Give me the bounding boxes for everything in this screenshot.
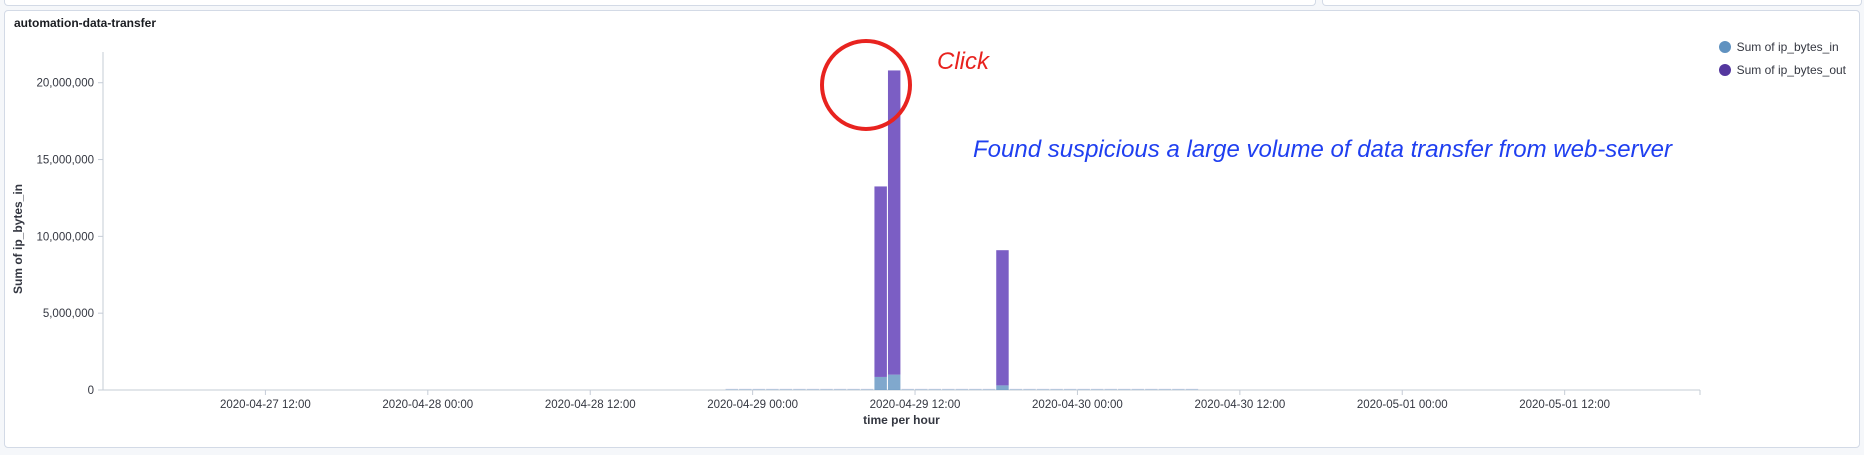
y-tick-label: 10,000,000	[36, 231, 94, 243]
bar-segment-bytes-in	[725, 389, 739, 390]
legend-item-bytes-in[interactable]: Sum of ip_bytes_in	[1718, 35, 1846, 58]
bar-segment-bytes-in	[1063, 389, 1077, 390]
bar-segment-bytes-in	[739, 389, 752, 390]
legend-item-bytes-out[interactable]: Sum of ip_bytes_out	[1718, 58, 1846, 81]
bar-segment-bytes-in	[969, 389, 982, 390]
bar-segment-bytes-in	[766, 389, 779, 390]
y-tick-label: 20,000,000	[36, 78, 94, 90]
bar-segment-bytes-in	[982, 389, 996, 390]
bar-segment-bytes-out	[874, 186, 887, 377]
bar-segment-bytes-in	[874, 376, 887, 390]
x-axis-title: time per hour	[863, 413, 940, 427]
bar-chart: 0 5,000,000 10,000,000 15,000,000 20,000,000…	[11, 52, 1701, 427]
bar-segment-bytes-in	[752, 389, 766, 390]
bar-segment-bytes-in	[833, 389, 847, 390]
x-tick-label: 2020-04-28 00:00	[382, 399, 473, 411]
legend-swatch-bytes-in	[1718, 40, 1731, 53]
bar-segment-bytes-in	[1023, 389, 1036, 390]
x-tick-label: 2020-05-01 12:00	[1519, 399, 1610, 411]
bar-segment-bytes-in	[996, 385, 1009, 390]
bar-segment-bytes-in	[1104, 389, 1117, 390]
legend-swatch-bytes-out	[1718, 63, 1731, 76]
bar-segment-bytes-in	[1145, 389, 1158, 390]
bar-segment-bytes-in	[1185, 389, 1199, 390]
bar-segment-bytes-in	[860, 389, 874, 390]
bar-segment-bytes-in	[1009, 389, 1023, 390]
legend-label-bytes-in: Sum of ip_bytes_in	[1736, 39, 1839, 54]
bar-segment-bytes-in	[820, 389, 833, 390]
bar-segment-bytes-in	[915, 389, 928, 390]
x-tick-label: 2020-04-29 12:00	[870, 399, 961, 411]
annotation-finding-text: Found suspicious a large volume of data …	[973, 136, 1672, 163]
x-tick-label: 2020-04-30 12:00	[1194, 399, 1285, 411]
bar-segment-bytes-in	[1158, 389, 1172, 390]
bar-segment-bytes-out	[996, 250, 1009, 386]
bar-segment-bytes-in	[847, 389, 860, 390]
bar-segment-bytes-in	[1118, 389, 1131, 390]
x-tick-label: 2020-04-30 00:00	[1032, 399, 1123, 411]
x-tick-label: 2020-04-28 12:00	[545, 399, 636, 411]
bar-segment-bytes-in	[901, 389, 914, 390]
bar-segment-bytes-in	[1050, 389, 1063, 390]
legend-label-bytes-out: Sum of ip_bytes_out	[1736, 62, 1846, 77]
bar-segment-bytes-in	[928, 389, 942, 390]
bar-segment-bytes-in	[806, 389, 820, 390]
bar-segment-bytes-in	[1131, 389, 1145, 390]
bar-segment-bytes-in	[1090, 389, 1104, 390]
x-tick-label: 2020-04-29 00:00	[707, 399, 798, 411]
y-axis-title: Sum of ip_bytes_in	[11, 184, 25, 294]
bar-segment-bytes-in	[1172, 389, 1185, 390]
x-tick-label: 2020-05-01 00:00	[1357, 399, 1448, 411]
bar-segment-bytes-in	[779, 389, 793, 390]
chart-legend: Sum of ip_bytes_in Sum of ip_bytes_out	[1718, 35, 1846, 81]
bar-segment-bytes-in	[1036, 389, 1050, 390]
bar-segment-bytes-in	[955, 389, 969, 390]
annotation-click-text: Click	[937, 48, 989, 75]
bar-segment-bytes-in	[793, 389, 806, 390]
y-tick-label: 0	[88, 385, 94, 397]
bar-segment-bytes-in	[1077, 389, 1090, 390]
annotation-circle	[820, 39, 912, 131]
y-tick-label: 15,000,000	[36, 155, 94, 167]
y-tick-label: 5,000,000	[43, 308, 94, 320]
bar-segment-bytes-in	[887, 374, 901, 390]
bar-segment-bytes-in	[942, 389, 955, 390]
x-tick-label: 2020-04-27 12:00	[220, 399, 311, 411]
